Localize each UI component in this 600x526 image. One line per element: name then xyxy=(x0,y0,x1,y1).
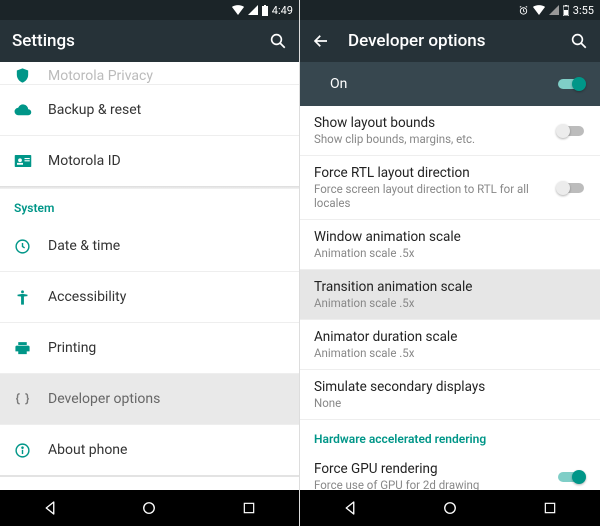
braces-icon xyxy=(14,391,48,408)
pref-force-gpu-rendering[interactable]: Force GPU rendering Force use of GPU for… xyxy=(300,452,600,490)
wifi-icon xyxy=(533,5,545,15)
cloud-upload-icon xyxy=(14,103,48,117)
master-toggle-switch[interactable] xyxy=(556,77,586,91)
pref-title: Force RTL layout direction xyxy=(314,165,556,181)
status-bar: 4:49 xyxy=(0,0,299,20)
settings-list[interactable]: Motorola Privacy Backup & reset Motorola… xyxy=(0,62,299,490)
list-item-label: About phone xyxy=(48,442,127,458)
list-item[interactable]: Printing xyxy=(0,323,299,373)
clock-icon xyxy=(14,238,48,255)
list-item[interactable]: Accessibility xyxy=(0,272,299,322)
toggle-switch[interactable] xyxy=(556,181,586,195)
nav-recents-icon[interactable] xyxy=(229,494,269,522)
id-card-icon xyxy=(14,154,48,168)
info-icon xyxy=(14,442,48,459)
pref-force-rtl[interactable]: Force RTL layout direction Force screen … xyxy=(300,156,600,219)
clock-text: 3:55 xyxy=(573,4,594,17)
page-title: Developer options xyxy=(348,31,570,51)
list-item[interactable]: Motorola ID xyxy=(0,136,299,186)
signal-icon xyxy=(248,5,258,15)
alarm-icon xyxy=(518,5,529,16)
list-item[interactable]: About phone xyxy=(0,425,299,475)
developer-options-screen: 3:55 Developer options On Show layout bo… xyxy=(300,0,600,526)
page-title: Settings xyxy=(12,31,269,51)
pref-summary: Show clip bounds, margins, etc. xyxy=(314,132,556,146)
battery-icon xyxy=(563,5,569,16)
list-item-label: Motorola Privacy xyxy=(48,68,153,84)
preferences-list[interactable]: Show layout bounds Show clip bounds, mar… xyxy=(300,106,600,490)
master-toggle-row[interactable]: On xyxy=(300,62,600,106)
list-item[interactable]: Date & time xyxy=(0,221,299,271)
app-bar: Developer options xyxy=(300,20,600,62)
pref-title: Force GPU rendering xyxy=(314,461,556,477)
pref-simulate-secondary-displays[interactable]: Simulate secondary displays None xyxy=(300,370,600,419)
pref-title: Animator duration scale xyxy=(314,329,586,345)
pref-summary: Force screen layout direction to RTL for… xyxy=(314,182,556,210)
list-item-label: Date & time xyxy=(48,238,120,254)
shield-icon xyxy=(14,67,48,84)
status-bar: 3:55 xyxy=(300,0,600,20)
nav-back-icon[interactable] xyxy=(330,494,370,522)
pref-summary: Animation scale .5x xyxy=(314,346,586,360)
settings-screen: 4:49 Settings Motorola Privacy Backup & … xyxy=(0,0,300,526)
signal-icon xyxy=(549,5,559,15)
search-icon[interactable] xyxy=(570,32,588,50)
list-item-label: Backup & reset xyxy=(48,102,141,118)
nav-recents-icon[interactable] xyxy=(530,494,570,522)
app-bar: Settings xyxy=(0,20,299,62)
pref-summary: Animation scale .5x xyxy=(314,246,586,260)
pref-window-animation-scale[interactable]: Window animation scale Animation scale .… xyxy=(300,220,600,269)
toggle-switch[interactable] xyxy=(556,470,586,484)
list-item[interactable]: Backup & reset xyxy=(0,85,299,135)
pref-summary: None xyxy=(314,396,586,410)
master-toggle-label: On xyxy=(314,76,556,92)
list-item-developer-options[interactable]: Developer options xyxy=(0,374,299,424)
pref-animator-duration-scale[interactable]: Animator duration scale Animation scale … xyxy=(300,320,600,369)
pref-show-layout-bounds[interactable]: Show layout bounds Show clip bounds, mar… xyxy=(300,106,600,155)
pref-summary: Animation scale .5x xyxy=(314,296,586,310)
section-header-system: System xyxy=(0,189,299,221)
nav-home-icon[interactable] xyxy=(129,494,169,522)
pref-summary: Force use of GPU for 2d drawing xyxy=(314,478,556,490)
print-icon xyxy=(14,340,48,357)
pref-title: Show layout bounds xyxy=(314,115,556,131)
navigation-bar xyxy=(300,490,600,526)
pref-title: Transition animation scale xyxy=(314,279,586,295)
accessibility-icon xyxy=(14,289,48,306)
back-arrow-icon[interactable] xyxy=(312,32,330,50)
wifi-icon xyxy=(232,5,244,15)
pref-transition-animation-scale[interactable]: Transition animation scale Animation sca… xyxy=(300,270,600,319)
list-item-label: Motorola ID xyxy=(48,153,121,169)
clock-text: 4:49 xyxy=(272,4,293,17)
battery-icon xyxy=(262,5,268,16)
list-item[interactable]: Motorola Privacy xyxy=(0,62,299,84)
search-icon[interactable] xyxy=(269,32,287,50)
section-header-hardware: Hardware accelerated rendering xyxy=(300,420,600,452)
nav-back-icon[interactable] xyxy=(30,494,70,522)
pref-title: Simulate secondary displays xyxy=(314,379,586,395)
navigation-bar xyxy=(0,490,299,526)
list-item-label: Developer options xyxy=(48,391,160,407)
toggle-switch[interactable] xyxy=(556,124,586,138)
pref-title: Window animation scale xyxy=(314,229,586,245)
list-item-label: Printing xyxy=(48,340,96,356)
nav-home-icon[interactable] xyxy=(430,494,470,522)
list-item-label: Accessibility xyxy=(48,289,126,305)
